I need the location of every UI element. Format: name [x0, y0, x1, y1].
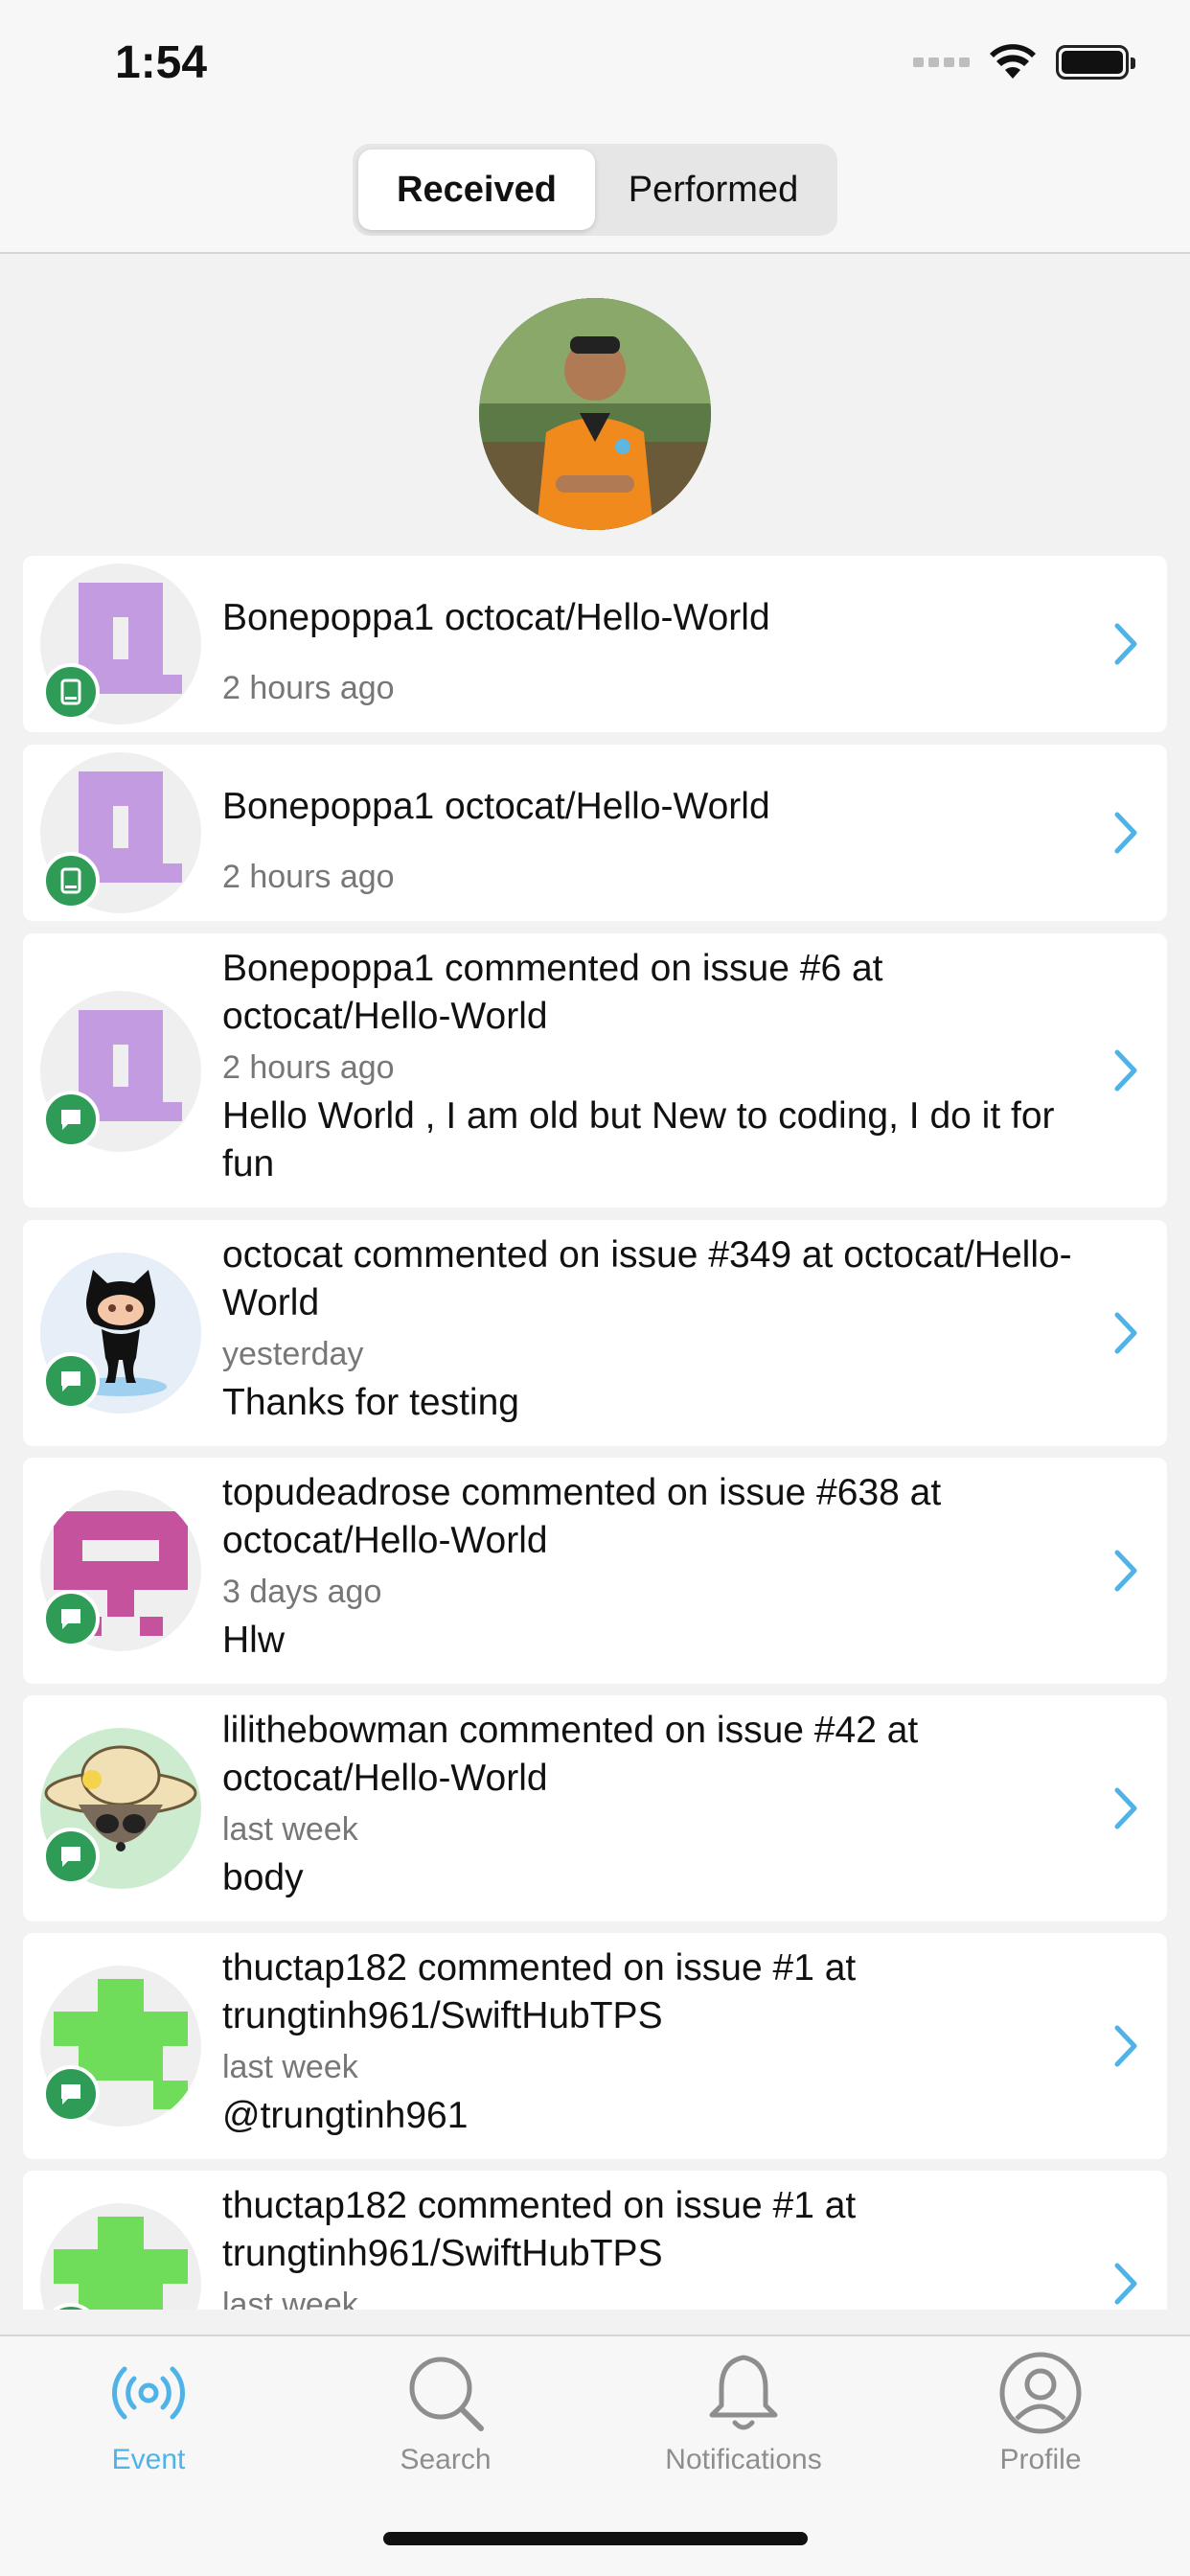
comment-icon [42, 1352, 100, 1410]
event-time: 2 hours ago [222, 859, 395, 895]
search-icon [409, 2357, 484, 2431]
tab-profile[interactable]: Profile [926, 2350, 1156, 2484]
event-title: Bonepoppa1 commented on issue #6 at octo… [222, 948, 883, 1037]
event-text: Bonepoppa1 commented on issue #6 at octo… [222, 945, 1081, 1188]
event-body: Hello World , I am old but New to coding… [222, 1095, 1055, 1184]
event-time: last week [222, 1811, 358, 1848]
wifi-icon [990, 44, 1036, 79]
home-indicator[interactable] [383, 2532, 808, 2545]
cellular-signal-icon [913, 58, 970, 67]
device-icon [42, 663, 100, 721]
tab-search[interactable]: Search [331, 2350, 561, 2484]
event-time: yesterday [222, 1336, 364, 1372]
status-bar: 1:54 [0, 0, 1190, 134]
event-title: Bonepoppa1 octocat/Hello-World [222, 786, 770, 827]
user-profile-avatar[interactable] [479, 298, 711, 530]
event-text: thuctap182 commented on issue #1 at trun… [222, 2182, 1081, 2310]
tab-event[interactable]: Event [34, 2350, 263, 2484]
event-time: last week [222, 2287, 358, 2310]
chevron-right-icon [1114, 2025, 1137, 2067]
event-title: thuctap182 commented on issue #1 at trun… [222, 2185, 857, 2274]
user-avatar [40, 2203, 201, 2310]
event-cell[interactable]: Bonepoppa1 commented on issue #6 at octo… [23, 933, 1167, 1208]
comment-icon [42, 2065, 100, 2123]
event-cell[interactable]: lilithebowman commented on issue #42 at … [23, 1695, 1167, 1921]
chevron-right-icon [1114, 1049, 1137, 1092]
event-cell[interactable]: topudeadrose commented on issue #638 at … [23, 1458, 1167, 1684]
event-time: 2 hours ago [222, 1049, 395, 1086]
event-cell[interactable]: Bonepoppa1 octocat/Hello-World 2 hours a… [23, 745, 1167, 921]
event-cell[interactable]: thuctap182 commented on issue #1 at trun… [23, 2171, 1167, 2310]
status-icons [913, 44, 1135, 80]
event-text: octocat commented on issue #349 at octoc… [222, 1231, 1081, 1427]
event-text: topudeadrose commented on issue #638 at … [222, 1469, 1081, 1665]
event-body: Hlw [222, 1620, 285, 1661]
chevron-right-icon [1114, 623, 1137, 665]
event-time: last week [222, 2049, 358, 2085]
event-title: octocat commented on issue #349 at octoc… [222, 1234, 1072, 1323]
event-title: topudeadrose commented on issue #638 at … [222, 1472, 942, 1561]
tab-label: Profile [999, 2444, 1082, 2475]
segment-performed[interactable]: Performed [595, 150, 832, 230]
device-icon [42, 852, 100, 909]
event-type-segmented-control: Received Performed [353, 144, 837, 236]
event-text: thuctap182 commented on issue #1 at trun… [222, 1944, 1081, 2140]
event-title: Bonepoppa1 octocat/Hello-World [222, 597, 770, 638]
event-title: thuctap182 commented on issue #1 at trun… [222, 1947, 857, 2036]
battery-icon [1056, 45, 1135, 80]
event-text: lilithebowman commented on issue #42 at … [222, 1707, 1081, 1902]
tab-label: Search [400, 2444, 492, 2475]
event-cell[interactable]: Bonepoppa1 octocat/Hello-World 2 hours a… [23, 556, 1167, 732]
broadcast-icon [112, 2366, 185, 2420]
event-cell[interactable]: thuctap182 commented on issue #1 at trun… [23, 1933, 1167, 2159]
comment-icon [42, 1091, 100, 1148]
event-list[interactable]: Bonepoppa1 octocat/Hello-World 2 hours a… [23, 556, 1167, 2310]
chevron-right-icon [1114, 1787, 1137, 1829]
event-body: body [222, 1857, 304, 1898]
tab-notifications[interactable]: Notifications [629, 2350, 858, 2484]
navigation-header: Received Performed [0, 134, 1190, 254]
event-text: Bonepoppa1 octocat/Hello-World 2 hours a… [222, 783, 1081, 898]
chevron-right-icon [1114, 2263, 1137, 2305]
bell-icon [709, 2355, 778, 2430]
event-body: Thanks for testing [222, 1382, 519, 1423]
event-text: Bonepoppa1 octocat/Hello-World 2 hours a… [222, 594, 1081, 709]
event-time: 2 hours ago [222, 670, 395, 706]
tab-label: Notifications [665, 2444, 822, 2475]
event-body: @trungtinh961 [222, 2095, 469, 2136]
segment-received[interactable]: Received [358, 150, 595, 230]
event-cell[interactable]: octocat commented on issue #349 at octoc… [23, 1220, 1167, 1446]
chevron-right-icon [1114, 1550, 1137, 1592]
status-time: 1:54 [115, 37, 208, 88]
person-circle-icon [999, 2352, 1082, 2434]
event-title: lilithebowman commented on issue #42 at … [222, 1710, 919, 1799]
comment-icon [42, 1828, 100, 1885]
tab-label: Event [111, 2444, 186, 2475]
chevron-right-icon [1114, 812, 1137, 854]
comment-icon [42, 1590, 100, 1647]
chevron-right-icon [1114, 1312, 1137, 1354]
event-time: 3 days ago [222, 1574, 382, 1610]
